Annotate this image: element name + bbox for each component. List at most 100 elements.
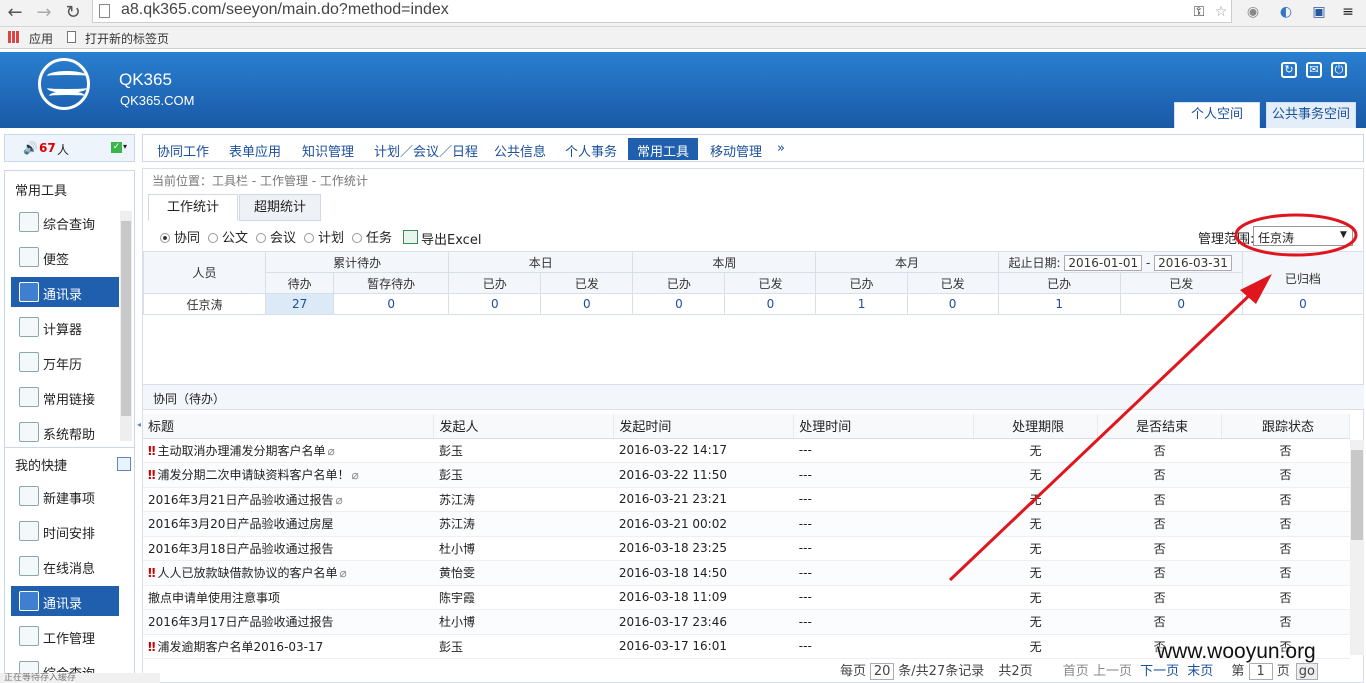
tab-overdue-stats[interactable]: 超期统计 xyxy=(239,194,321,221)
row-title[interactable]: 浦发分期二次申请缺资料客户名单！ xyxy=(158,468,350,482)
date-to-input[interactable]: 2016-03-31 xyxy=(1154,254,1232,271)
shortcut-schedule[interactable]: 时间安排 xyxy=(11,516,119,546)
next-page-link[interactable]: 下一页 xyxy=(1140,664,1179,679)
cell-title[interactable]: 2016年3月20日产品验收通过房屋 xyxy=(143,511,434,537)
table-row[interactable]: ‼ 主动取消办理浦发分期客户名单 ⌀ 彭玉 2016-03-22 14:17 --- 无否否 xyxy=(143,438,1350,463)
radio-document[interactable]: 公文 xyxy=(208,227,248,246)
extension-icon[interactable]: ◉ xyxy=(1242,1,1264,23)
list-scrollbar[interactable] xyxy=(1350,440,1364,655)
sidebar-item-calculator[interactable]: 计算器 xyxy=(11,312,119,342)
sidebar-item-contacts[interactable]: 通讯录 xyxy=(11,277,119,307)
row-title[interactable]: 2016年3月17日产品验收通过报告 xyxy=(148,615,333,629)
menu-tools[interactable]: 常用工具 xyxy=(628,138,699,160)
refresh-icon[interactable]: ↻ xyxy=(1281,62,1297,78)
stats-cell[interactable]: 0 xyxy=(632,293,726,315)
cell-title[interactable]: ‼ 浦发分期二次申请缺资料客户名单！ ⌀ xyxy=(143,462,434,488)
go-button[interactable]: go xyxy=(1295,663,1318,680)
sidebar-item-calendar[interactable]: 万年历 xyxy=(11,347,119,377)
row-title[interactable]: 主动取消办理浦发分期客户名单 xyxy=(158,444,326,458)
table-row[interactable]: ‼ 人人已放款缺借款协议的客户名单 ⌀ 黄怡雯 2016-03-18 14:50 --- 无… xyxy=(143,560,1350,586)
menu-knowledge[interactable]: 知识管理 xyxy=(302,141,354,160)
bookmark-apps[interactable]: 应用 xyxy=(29,30,53,47)
sidebar-item-search[interactable]: 综合查询 xyxy=(11,207,119,237)
row-title[interactable]: 2016年3月20日产品验收通过房屋 xyxy=(148,517,333,531)
key-icon[interactable]: ⚿ xyxy=(1188,1,1210,23)
col-process-time[interactable]: 处理时间 xyxy=(793,414,975,439)
col-sender[interactable]: 发起人 xyxy=(433,414,615,439)
menu-more[interactable]: » xyxy=(777,141,785,156)
stats-cell[interactable]: 1 xyxy=(815,293,908,315)
col-finished[interactable]: 是否结束 xyxy=(1097,414,1223,439)
tab-work-stats[interactable]: 工作统计 xyxy=(148,194,238,221)
stats-cell[interactable]: 27 xyxy=(265,293,335,315)
address-bar[interactable]: a8.qk365.com/seeyon/main.do?method=index xyxy=(92,0,1232,23)
logout-icon[interactable]: ⏻ xyxy=(1331,62,1347,78)
col-deadline[interactable]: 处理期限 xyxy=(973,414,1099,439)
table-row[interactable]: 2016年3月18日产品验收通过报告 杜小博 2016-03-18 23:25 ---… xyxy=(143,536,1350,561)
chevron-down-icon[interactable]: ▾ xyxy=(123,142,127,151)
forward-icon[interactable]: → xyxy=(33,2,55,24)
stats-cell[interactable]: 0 xyxy=(333,293,450,315)
row-title[interactable]: 撤点申请单使用注意事项 xyxy=(148,591,280,605)
cell-title[interactable]: 2016年3月18日产品验收通过报告 xyxy=(143,536,434,561)
sidebar-scrollbar[interactable] xyxy=(120,211,132,441)
cell-title[interactable]: 撤点申请单使用注意事项 xyxy=(143,585,434,610)
menu-public-info[interactable]: 公共信息 xyxy=(494,141,546,160)
sidebar-item-links[interactable]: 常用链接 xyxy=(11,382,119,412)
star-icon[interactable]: ☆ xyxy=(1210,1,1232,23)
radio-plan[interactable]: 计划 xyxy=(304,227,344,246)
page-input[interactable]: 1 xyxy=(1248,663,1273,680)
menu-personal[interactable]: 个人事务 xyxy=(565,141,617,160)
row-title[interactable]: 2016年3月21日产品验收通过报告 xyxy=(148,493,333,507)
last-page-link[interactable]: 末页 xyxy=(1187,664,1213,679)
stats-cell[interactable]: 0 xyxy=(1119,293,1243,315)
col-start-time[interactable]: 发起时间 xyxy=(613,414,795,439)
shortcut-new-item[interactable]: 新建事项 xyxy=(11,481,119,511)
scope-select[interactable]: 任京涛 ▼ xyxy=(1253,226,1353,246)
col-title[interactable]: 标题 xyxy=(143,414,435,439)
settings-icon[interactable] xyxy=(117,457,131,471)
tab-public-space[interactable]: 公共事务空间 xyxy=(1266,102,1356,128)
col-tracking[interactable]: 跟踪状态 xyxy=(1221,414,1350,439)
table-row[interactable]: 2016年3月20日产品验收通过房屋 苏江涛 2016-03-21 00:02 ---… xyxy=(143,511,1350,537)
table-row[interactable]: 2016年3月17日产品验收通过报告 杜小博 2016-03-17 23:46 ---… xyxy=(143,609,1350,635)
per-page-input[interactable]: 20 xyxy=(870,663,895,680)
stats-cell[interactable]: 1 xyxy=(997,293,1121,315)
row-title[interactable]: 2016年3月18日产品验收通过报告 xyxy=(148,542,333,556)
shortcut-work-management[interactable]: 工作管理 xyxy=(11,621,119,651)
cell-title[interactable]: ‼ 浦发逾期客户名单2016-03-17 xyxy=(143,634,434,659)
cell-title[interactable]: ‼ 人人已放款缺借款协议的客户名单 ⌀ xyxy=(143,560,434,586)
row-title[interactable]: 人人已放款缺借款协议的客户名单 xyxy=(158,566,338,580)
bookmark-newtab[interactable]: 打开新的标签页 xyxy=(85,30,169,47)
tab-personal-space[interactable]: 个人空间 xyxy=(1174,102,1260,128)
first-page-link[interactable]: 首页 xyxy=(1063,664,1089,679)
extension-icon[interactable]: ◐ xyxy=(1275,1,1297,23)
stats-cell[interactable]: 0 xyxy=(724,293,817,315)
extension-icon[interactable]: ▣ xyxy=(1308,1,1330,23)
menu-forms[interactable]: 表单应用 xyxy=(229,141,281,160)
table-row[interactable]: 2016年3月21日产品验收通过报告 ⌀ 苏江涛 2016-03-21 23:21 --… xyxy=(143,487,1350,512)
stats-cell[interactable]: 0 xyxy=(448,293,542,315)
stats-cell[interactable]: 0 xyxy=(906,293,999,315)
sidebar-item-help[interactable]: 系统帮助 xyxy=(11,417,119,447)
radio-meeting[interactable]: 会议 xyxy=(256,227,296,246)
collapse-left-icon[interactable]: ◂ xyxy=(137,420,141,429)
shortcut-messages[interactable]: 在线消息 xyxy=(11,551,119,581)
cell-title[interactable]: 2016年3月17日产品验收通过报告 xyxy=(143,609,434,635)
table-row[interactable]: 撤点申请单使用注意事项 陈宇霞 2016-03-18 11:09 --- 无否否 xyxy=(143,585,1350,610)
menu-plans[interactable]: 计划／会议／日程 xyxy=(374,141,478,160)
shortcut-contacts[interactable]: 通讯录 xyxy=(11,586,119,616)
stats-cell[interactable]: 0 xyxy=(540,293,634,315)
date-from-input[interactable]: 2016-01-01 xyxy=(1064,254,1143,271)
back-icon[interactable]: ← xyxy=(4,2,26,24)
menu-collaboration[interactable]: 协同工作 xyxy=(157,141,209,160)
cell-title[interactable]: ‼ 主动取消办理浦发分期客户名单 ⌀ xyxy=(143,438,434,463)
online-users-box[interactable]: 🔊 67 人 ✓ ▾ xyxy=(4,134,135,162)
sidebar-item-notes[interactable]: 便签 xyxy=(11,242,119,272)
table-row[interactable]: ‼ 浦发分期二次申请缺资料客户名单！ ⌀ 彭玉 2016-03-22 11:50 --- 无… xyxy=(143,462,1350,488)
mail-icon[interactable]: ✉ xyxy=(1306,62,1322,78)
status-icon[interactable]: ✓ xyxy=(111,142,122,153)
stats-cell[interactable]: 0 xyxy=(1241,293,1365,315)
cell-title[interactable]: 2016年3月21日产品验收通过报告 ⌀ xyxy=(143,487,434,512)
export-excel-link[interactable]: 导出Excel xyxy=(421,229,481,248)
